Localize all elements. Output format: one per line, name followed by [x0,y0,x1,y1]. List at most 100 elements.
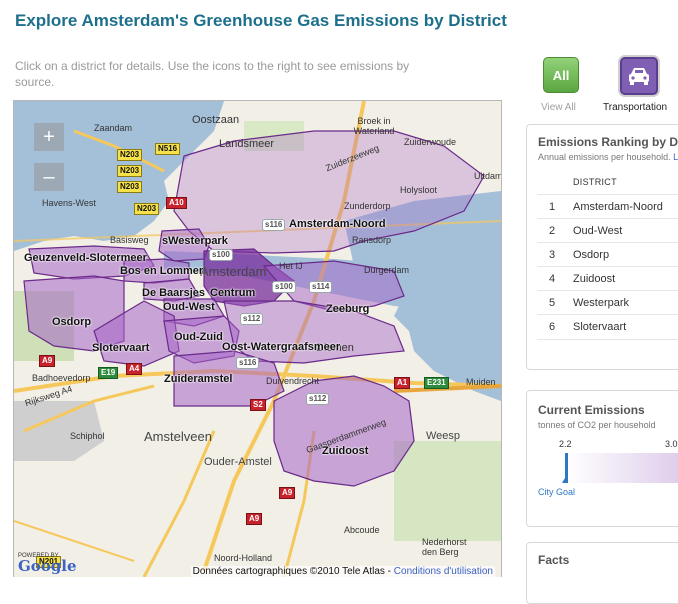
shield-a9: A9 [246,513,263,525]
shield-s100: s100 [209,249,233,261]
place-zaandam: Zaandam [94,123,133,133]
place-zunderdorp: Zunderdorp [344,201,391,211]
transportation-caption: Transportation [603,102,668,113]
page-title: Explore Amsterdam's Greenhouse Gas Emiss… [15,11,507,30]
place-abcoude: Abcoude [344,525,380,535]
district-label-oud-west[interactable]: Oud-West [163,301,215,313]
shield-a9: A9 [39,355,56,367]
place-oostzaan: Oostzaan [192,114,240,126]
ranking-subtitle-text: Annual emissions per household. [538,152,674,162]
current-emissions-panel: Current Emissions tonnes of CO2 per hous… [526,390,678,527]
terms-of-use-link[interactable]: Conditions d'utilisation [394,566,493,577]
ranking-rank: 6 [549,321,556,333]
place-ransdorp: Ransdorp [352,235,392,245]
ranking-row[interactable]: 3 Osdorp [537,242,678,267]
shield-a4: A4 [126,363,143,375]
city-goal-label: City Goal [538,487,576,497]
zoom-in-button[interactable]: + [34,123,64,151]
ranking-row[interactable]: 2 Oud-West [537,218,678,243]
district-label-de-baarsjes[interactable]: De Baarsjes [142,287,205,299]
ranking-district: Oud-West [573,225,623,237]
shield-a10: A10 [166,197,187,209]
transportation-button[interactable] [620,57,658,95]
shield-n203: N203 [117,149,143,161]
ranking-district: Westerpark [573,297,630,309]
shield-e231: E231 [424,377,449,389]
ranking-row[interactable]: 5 Westerpark [537,290,678,315]
ranking-row[interactable]: 4 Zuidoost [537,266,678,291]
view-all-caption: View All [541,102,576,113]
district-map[interactable]: + – Oostzaan Zaandam Landsmeer Broek in … [13,100,502,577]
water-het-ij: Het IJ [279,261,303,271]
ranking-learn-more-link[interactable]: L [673,152,678,162]
place-holysloot: Holysloot [400,185,438,195]
city-goal-caret-icon [562,478,568,483]
place-duivendrecht: Duivendrecht [266,376,320,386]
zoom-out-button[interactable]: – [34,163,64,191]
district-label-bos-en-lommer[interactable]: Bos en Lommer [120,265,203,277]
view-all-label: All [552,67,570,83]
ranking-subtitle: Annual emissions per household. L [538,152,678,162]
current-emissions-subtitle: tonnes of CO2 per household [538,420,656,430]
district-label-amsterdam-noord[interactable]: Amsterdam-Noord [289,218,386,230]
shield-n203: N203 [117,165,143,177]
place-nederhorst: Nederhorst den Berg [422,537,467,557]
place-weesp: Weesp [426,430,461,442]
place-landsmeer: Landsmeer [219,138,275,150]
map-basemap [14,101,501,577]
district-label-zeeburg[interactable]: Zeeburg [326,303,369,315]
shield-a9: A9 [279,487,296,499]
district-label-centrum[interactable]: Centrum [210,287,255,299]
district-label-geuzenveld-slotermeer[interactable]: Geuzenveld-Slotermeer [24,252,147,264]
district-label-oost-watergraafsmeer[interactable]: Oost-Watergraafsmeer [222,341,340,353]
shield-s2: S2 [250,399,266,411]
shield-s112: s112 [240,313,264,325]
current-emissions-title: Current Emissions [538,403,645,417]
shield-s100: s100 [272,281,296,293]
district-label-oud-zuid[interactable]: Oud-Zuid [174,331,223,343]
page-instructions: Click on a district for details. Use the… [15,59,410,89]
district-label-osdorp[interactable]: Osdorp [52,316,91,328]
place-noord-holland: Noord-Holland [214,553,273,563]
district-label-zuidoost[interactable]: Zuidoost [322,445,368,457]
google-logo[interactable]: Google [18,557,77,575]
place-ouder-amstel: Ouder-Amstel [204,456,272,468]
car-icon [629,68,649,85]
ranking-column-district: DISTRICT [573,177,617,187]
ranking-rank: 4 [549,273,556,285]
district-label-westerpark[interactable]: sWesterpark [162,235,228,247]
emissions-ranking-panel: Emissions Ranking by Dis Annual emission… [526,124,678,370]
ranking-title: Emissions Ranking by Dis [538,135,678,149]
ranking-district: Amsterdam-Noord [573,201,663,213]
district-label-zuideramstel[interactable]: Zuideramstel [164,373,232,385]
shield-s116: s116 [262,219,286,231]
map-attribution: Données cartographiques ©2010 Tele Atlas… [190,566,495,577]
facts-panel: Facts [526,542,678,604]
district-label-slotervaart[interactable]: Slotervaart [92,342,149,354]
facts-title: Facts [538,553,570,567]
gauge-tick-low: 2.2 [559,439,572,449]
place-amsterdam: Amsterdam [200,264,267,279]
place-durgerdam: Durgerdam [364,265,410,275]
shield-n516: N516 [155,143,181,155]
shield-n203: N203 [134,203,160,215]
place-amstelveen: Amstelveen [144,429,212,444]
shield-s116: s116 [236,357,260,369]
shield-s112: s112 [306,393,330,405]
shield-n203: N203 [117,181,143,193]
ranking-rank: 3 [549,249,556,261]
ranking-district: Osdorp [573,249,610,261]
ranking-district: Slotervaart [573,321,627,333]
ranking-row[interactable]: 6 Slotervaart [537,314,678,340]
shield-a1: A1 [394,377,411,389]
place-havens-west: Havens-West [42,198,96,208]
place-schiphol: Schiphol [70,431,105,441]
place-muiden: Muiden [466,377,496,387]
ranking-row[interactable]: 1 Amsterdam-Noord [537,194,678,219]
place-broek: Broek in Waterland [353,116,395,136]
place-zuiderwoude: Zuiderwoude [404,137,457,147]
place-badhoevedorp: Badhoevedorp [32,373,91,383]
place-uitdam: Uitdam [474,171,502,181]
ranking-district: Zuidoost [573,273,616,285]
view-all-button[interactable]: All [543,57,579,93]
